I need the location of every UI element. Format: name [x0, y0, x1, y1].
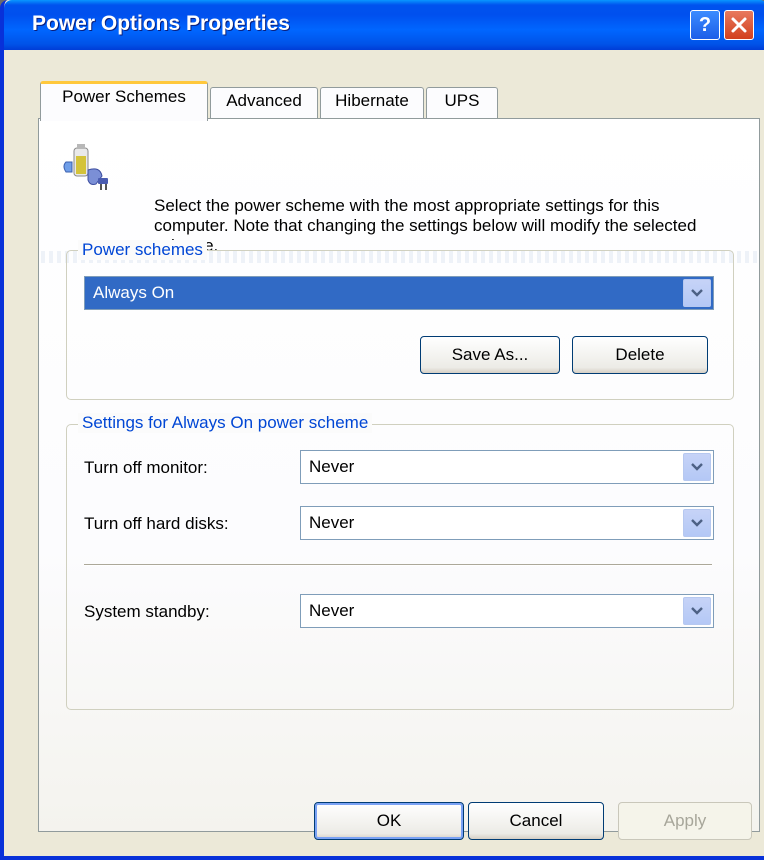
monitor-label: Turn off monitor: — [84, 458, 208, 477]
cancel-button[interactable]: Cancel — [468, 802, 604, 840]
dropdown-arrow[interactable] — [683, 597, 711, 625]
power-scheme-icon — [63, 144, 108, 190]
dropdown-arrow[interactable] — [683, 279, 711, 307]
tab-advanced[interactable]: Advanced — [210, 87, 318, 119]
save-as-button[interactable]: Save As... — [420, 336, 560, 374]
ok-button[interactable]: OK — [314, 802, 464, 840]
window-title: Power Options Properties — [32, 12, 290, 35]
tab-power-schemes[interactable]: Power Schemes — [40, 81, 208, 121]
tab-label: Power Schemes — [62, 87, 186, 106]
close-button[interactable] — [724, 10, 754, 40]
chevron-down-icon — [691, 289, 703, 297]
hard-disks-label: Turn off hard disks: — [84, 514, 229, 533]
dropdown-arrow[interactable] — [683, 509, 711, 537]
tab-label: Hibernate — [335, 91, 409, 110]
power-options-window: Power Options Properties ? Power Schemes… — [0, 0, 764, 860]
hard-disks-value: Never — [309, 513, 355, 532]
power-schemes-group — [66, 250, 734, 400]
delete-button[interactable]: Delete — [572, 336, 708, 374]
monitor-value: Never — [309, 457, 355, 476]
dropdown-arrow[interactable] — [683, 453, 711, 481]
chevron-down-icon — [691, 607, 703, 615]
standby-value: Never — [309, 601, 355, 620]
title-bar[interactable]: Power Options Properties ? — [4, 0, 764, 50]
tab-ups[interactable]: UPS — [426, 87, 498, 119]
close-icon — [731, 17, 747, 33]
power-scheme-select[interactable]: Always On — [84, 276, 714, 310]
tab-label: Advanced — [226, 91, 302, 110]
description-text: Select the power scheme with the most ap… — [154, 196, 697, 255]
monitor-select[interactable]: Never — [300, 450, 714, 484]
standby-select[interactable]: Never — [300, 594, 714, 628]
tab-label: UPS — [444, 91, 480, 110]
dialog-client: Power Schemes Advanced Hibernate UPS Sel… — [8, 50, 764, 856]
help-icon: ? — [698, 13, 712, 36]
settings-group-label: Settings for Always On power scheme — [78, 413, 373, 433]
power-schemes-group-label: Power schemes — [78, 240, 207, 260]
separator — [84, 564, 712, 566]
tab-hibernate[interactable]: Hibernate — [320, 87, 424, 119]
power-scheme-value: Always On — [93, 283, 175, 302]
chevron-down-icon — [691, 463, 703, 471]
chevron-down-icon — [691, 519, 703, 527]
standby-label: System standby: — [84, 602, 210, 621]
hard-disks-select[interactable]: Never — [300, 506, 714, 540]
help-button[interactable]: ? — [690, 10, 720, 40]
apply-button[interactable]: Apply — [618, 802, 752, 840]
